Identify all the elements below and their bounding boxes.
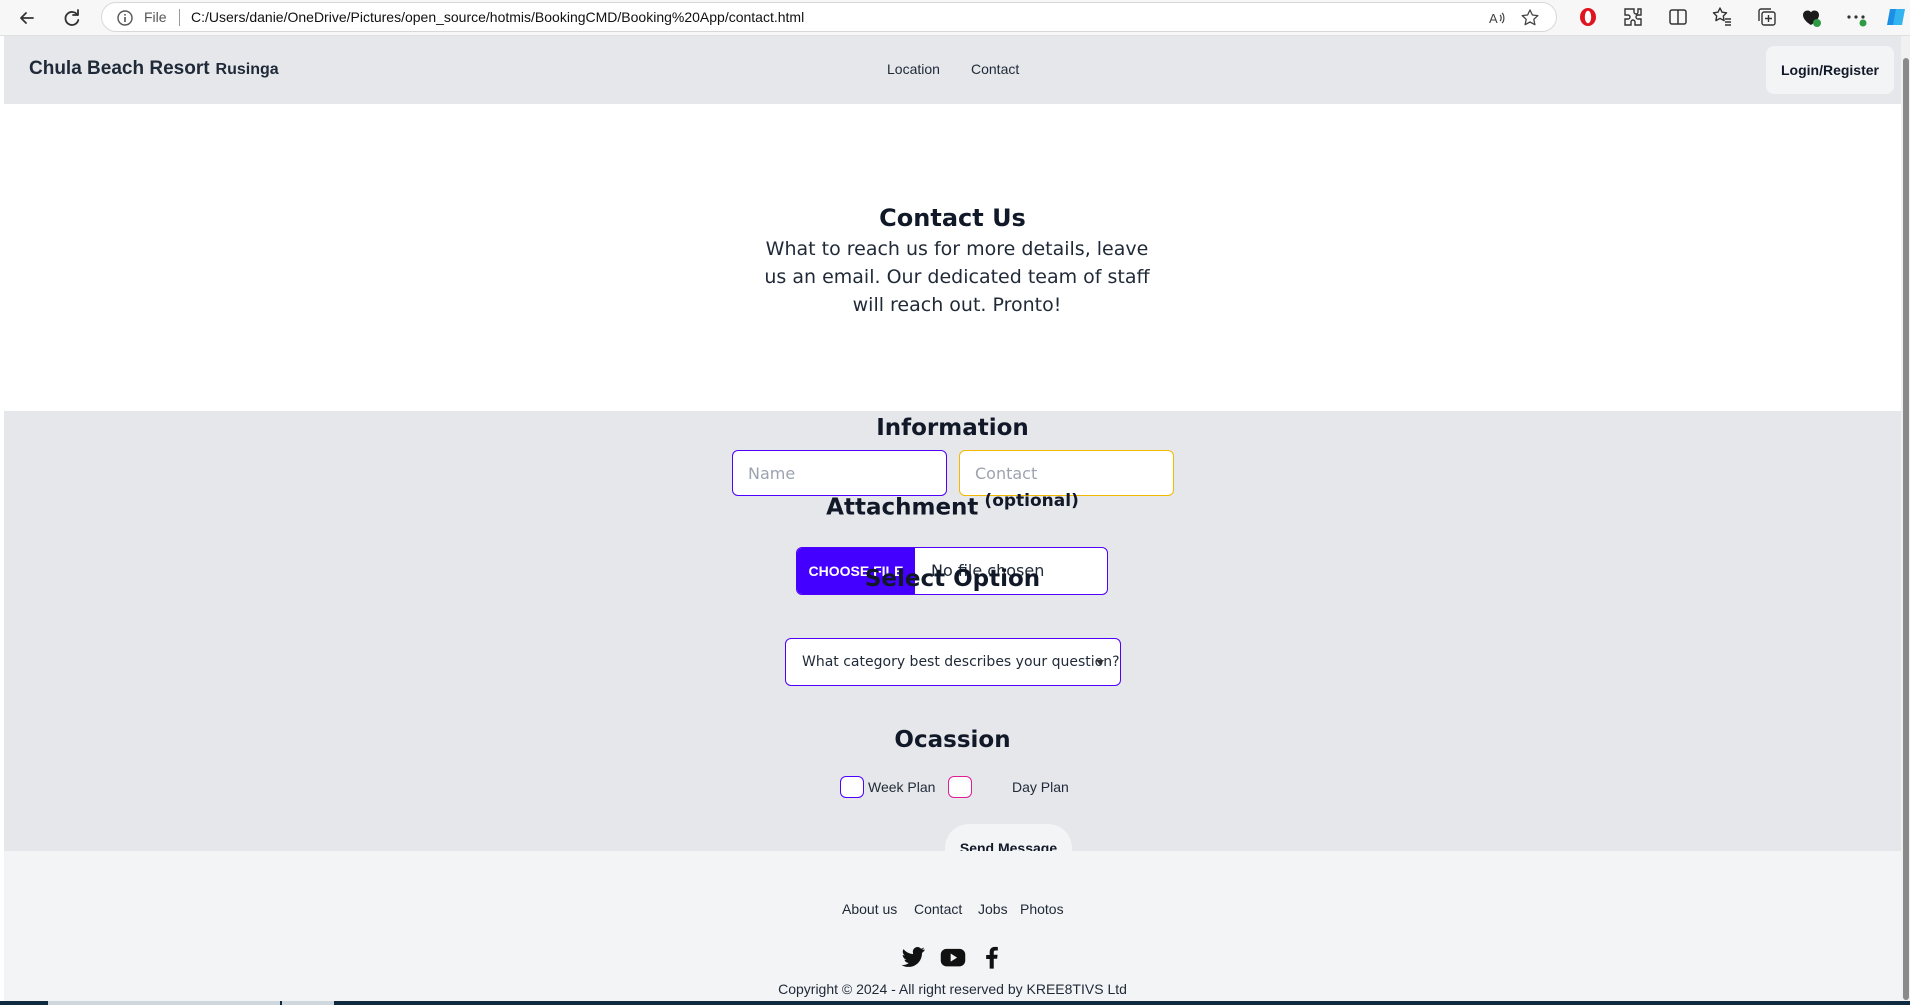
site-brand[interactable]: Chula Beach Resort Rusinga bbox=[29, 58, 279, 80]
information-heading: Information bbox=[876, 415, 1029, 441]
attachment-heading: Attachment (optional) bbox=[4, 491, 1901, 521]
footer-link-about[interactable]: About us bbox=[842, 901, 897, 917]
taskbar-edge bbox=[0, 1001, 1910, 1005]
favorites-icon[interactable] bbox=[1710, 5, 1734, 29]
browser-essentials-icon[interactable] bbox=[1799, 5, 1823, 29]
svg-text:A: A bbox=[1489, 11, 1498, 26]
contact-form: Information Attachment(optional) CHOOSE … bbox=[4, 411, 1901, 872]
opera-extension-icon[interactable] bbox=[1576, 5, 1600, 29]
day-plan-checkbox[interactable] bbox=[948, 776, 972, 798]
split-screen-icon[interactable] bbox=[1666, 5, 1690, 29]
extensions-icon[interactable] bbox=[1621, 5, 1645, 29]
category-select-value: What category best describes your questi… bbox=[802, 654, 1120, 670]
info-icon[interactable] bbox=[116, 9, 134, 27]
category-select[interactable]: What category best describes your questi… bbox=[785, 638, 1121, 686]
read-aloud-icon[interactable]: A bbox=[1487, 8, 1507, 28]
page-title: Contact Us bbox=[879, 204, 1026, 232]
nav-link-contact[interactable]: Contact bbox=[971, 61, 1019, 77]
footer-link-photos[interactable]: Photos bbox=[1020, 901, 1064, 917]
copyright-text: Copyright © 2024 - All right reserved by… bbox=[778, 981, 1127, 997]
collections-icon[interactable] bbox=[1755, 5, 1779, 29]
footer-link-contact[interactable]: Contact bbox=[914, 901, 962, 917]
site-footer: About us Contact Jobs Photos Copyright ©… bbox=[4, 851, 1901, 1005]
name-input[interactable] bbox=[732, 450, 947, 496]
nav-link-location[interactable]: Location bbox=[887, 61, 940, 77]
footer-link-jobs[interactable]: Jobs bbox=[978, 901, 1008, 917]
hero-description: What to reach us for more details, leave… bbox=[764, 238, 1150, 316]
attachment-optional-note: (optional) bbox=[984, 491, 1079, 511]
day-plan-label: Day Plan bbox=[1012, 779, 1069, 795]
occasion-heading: Ocassion bbox=[894, 727, 1011, 753]
attachment-heading-text: Attachment bbox=[826, 494, 979, 521]
site-navbar: Chula Beach Resort Rusinga Location Conta… bbox=[4, 36, 1901, 104]
back-icon[interactable] bbox=[13, 4, 41, 32]
taskbar-item bbox=[48, 1001, 280, 1005]
select-option-heading: Select Option bbox=[864, 566, 1041, 592]
chevron-down-icon bbox=[1096, 660, 1104, 665]
browser-toolbar: File C:/Users/danie/OneDrive/Pictures/op… bbox=[0, 0, 1910, 36]
url-text[interactable]: C:/Users/danie/OneDrive/Pictures/open_so… bbox=[191, 9, 804, 25]
address-bar[interactable]: File C:/Users/danie/OneDrive/Pictures/op… bbox=[101, 2, 1557, 32]
page-viewport: Chula Beach Resort Rusinga Location Conta… bbox=[4, 36, 1901, 1005]
url-scheme: File bbox=[144, 9, 167, 25]
contact-input[interactable] bbox=[959, 450, 1174, 496]
login-register-button[interactable]: Login/Register bbox=[1766, 46, 1894, 94]
youtube-icon[interactable] bbox=[939, 943, 967, 971]
contact-hero: Contact Us What to reach us for more det… bbox=[4, 104, 1901, 411]
brand-location: Rusinga bbox=[215, 61, 279, 78]
reload-icon[interactable] bbox=[58, 4, 86, 32]
scrollbar-thumb[interactable] bbox=[1903, 58, 1909, 1000]
week-plan-label: Week Plan bbox=[868, 779, 936, 795]
taskbar-item bbox=[282, 1001, 334, 1005]
brand-name: Chula Beach Resort bbox=[29, 58, 210, 79]
address-divider bbox=[179, 9, 180, 26]
more-options-icon[interactable] bbox=[1844, 5, 1868, 29]
favorite-star-icon[interactable] bbox=[1520, 8, 1540, 28]
facebook-icon[interactable] bbox=[978, 943, 1006, 971]
twitter-icon[interactable] bbox=[899, 943, 927, 971]
week-plan-checkbox[interactable] bbox=[840, 776, 864, 798]
copilot-icon[interactable] bbox=[1884, 5, 1908, 29]
